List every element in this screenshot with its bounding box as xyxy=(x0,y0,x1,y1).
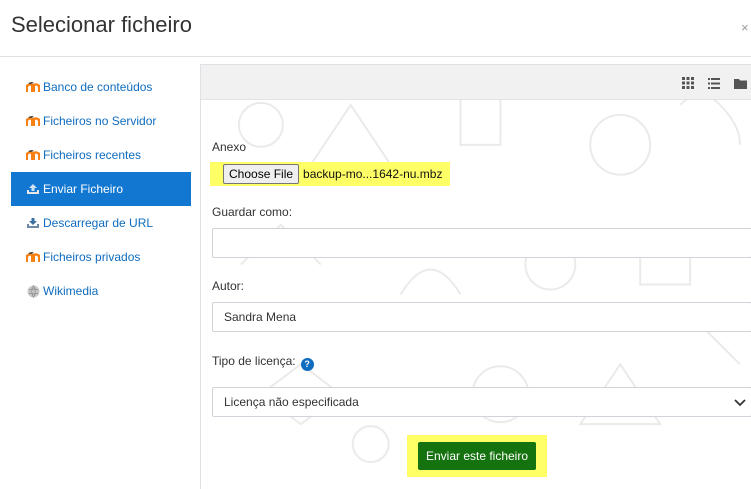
moodle-icon xyxy=(26,148,40,162)
sidebar-item-content-bank[interactable]: Banco de conteúdos xyxy=(11,70,191,104)
sidebar-item-label: Ficheiros no Servidor xyxy=(43,114,157,128)
close-icon[interactable]: × xyxy=(741,20,749,35)
chevron-down-icon xyxy=(734,399,746,407)
license-label-row: Tipo de licença:? xyxy=(212,354,314,371)
wikimedia-icon xyxy=(26,284,40,298)
license-selected-value: Licença não especificada xyxy=(224,395,359,409)
sidebar-item-label: Ficheiros privados xyxy=(43,250,141,264)
download-url-icon xyxy=(26,216,40,230)
sidebar-item-server-files[interactable]: Ficheiros no Servidor xyxy=(11,104,191,138)
moodle-icon xyxy=(26,114,40,128)
save-as-input[interactable] xyxy=(212,228,751,258)
sidebar-item-download-url[interactable]: Descarregar de URL xyxy=(11,206,191,240)
moodle-icon xyxy=(26,80,40,94)
file-picker-toolbar xyxy=(201,65,751,100)
sidebar-item-wikimedia[interactable]: Wikimedia xyxy=(11,274,191,308)
selected-file-name: backup-mo...1642-nu.mbz xyxy=(303,167,443,181)
author-label: Autor: xyxy=(212,279,245,293)
license-label: Tipo de licença: xyxy=(212,354,296,368)
help-icon[interactable]: ? xyxy=(300,357,314,371)
dialog-title: Selecionar ficheiro xyxy=(11,12,192,37)
upload-panel: Anexo Choose File backup-mo...1642-nu.mb… xyxy=(200,64,751,489)
sidebar-item-upload-file[interactable]: Enviar Ficheiro xyxy=(11,172,191,206)
sidebar-item-label: Descarregar de URL xyxy=(43,216,154,230)
sidebar-item-label: Wikimedia xyxy=(43,284,99,298)
doodle-background xyxy=(237,93,742,464)
save-as-label: Guardar como: xyxy=(212,205,293,219)
icons-view-icon[interactable] xyxy=(676,71,700,95)
file-picker-row: Choose File backup-mo...1642-nu.mbz xyxy=(210,162,451,186)
list-view-icon[interactable] xyxy=(702,71,726,95)
choose-file-button[interactable]: Choose File xyxy=(223,164,300,184)
header-divider xyxy=(0,56,751,57)
license-select[interactable]: Licença não especificada xyxy=(212,387,751,417)
sidebar-item-label: Enviar Ficheiro xyxy=(43,182,124,196)
moodle-icon xyxy=(26,250,40,264)
sidebar-item-recent-files[interactable]: Ficheiros recentes xyxy=(11,138,191,172)
author-input[interactable]: Sandra Mena xyxy=(212,302,751,332)
upload-submit-button[interactable]: Enviar este ficheiro xyxy=(417,442,537,470)
repository-sidebar: Banco de conteúdos Ficheiros no Servidor… xyxy=(11,70,191,308)
sidebar-item-private-files[interactable]: Ficheiros privados xyxy=(11,240,191,274)
attachment-label: Anexo xyxy=(212,140,247,154)
sidebar-item-label: Banco de conteúdos xyxy=(43,80,153,94)
folder-view-icon[interactable] xyxy=(728,71,751,95)
upload-icon xyxy=(26,182,40,196)
sidebar-item-label: Ficheiros recentes xyxy=(43,148,142,162)
submit-highlight: Enviar este ficheiro xyxy=(407,435,547,477)
